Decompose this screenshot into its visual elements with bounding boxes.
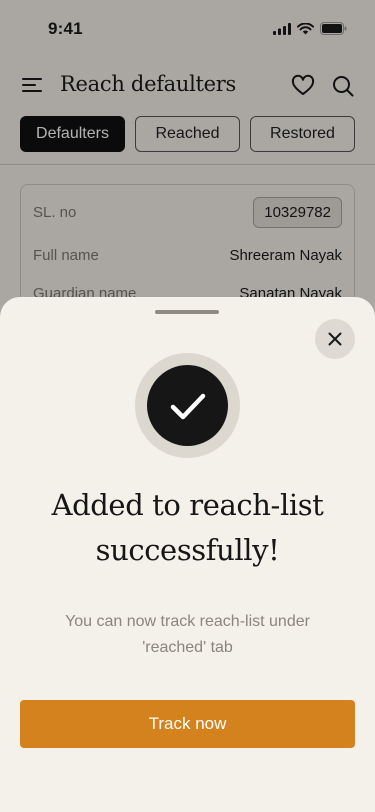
close-button[interactable] <box>315 319 355 359</box>
sheet-title-line: Added to reach-list <box>51 488 324 522</box>
sheet-subtitle-line: You can now track reach-list under <box>65 613 310 630</box>
track-now-button[interactable]: Track now <box>20 700 355 748</box>
success-bottom-sheet: Added to reach-list successfully! You ca… <box>0 297 375 812</box>
sheet-subtitle: You can now track reach-list under 'reac… <box>30 609 345 661</box>
sheet-title: Added to reach-list successfully! <box>20 483 355 573</box>
success-badge <box>135 353 240 458</box>
sheet-subtitle-line: 'reached' tab <box>142 639 233 656</box>
sheet-grab-handle[interactable] <box>155 310 219 314</box>
success-badge-inner <box>147 365 228 446</box>
sheet-title-line: successfully! <box>95 533 280 567</box>
close-icon <box>328 332 342 346</box>
check-icon <box>170 393 205 419</box>
